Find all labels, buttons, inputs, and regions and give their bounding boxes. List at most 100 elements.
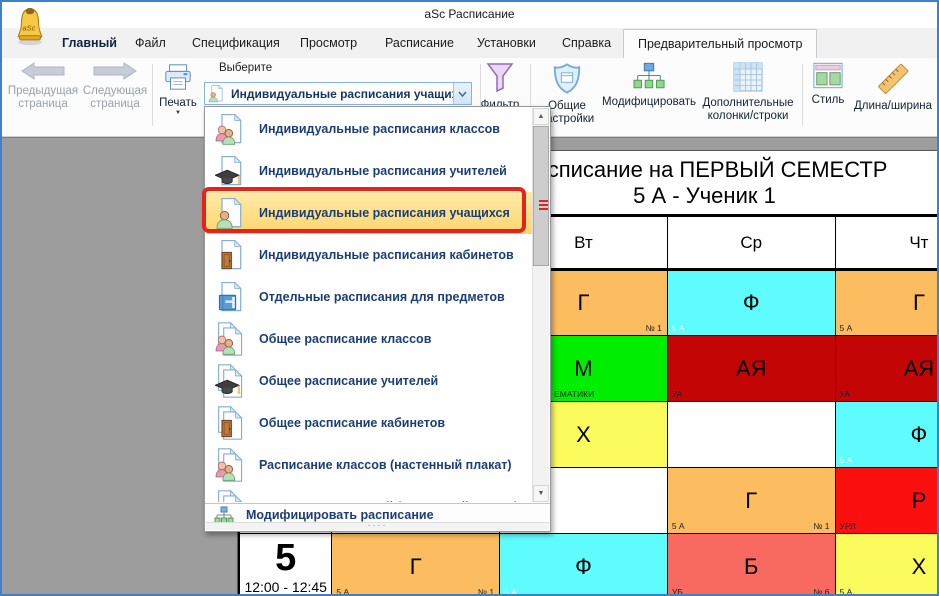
dropdown-scrollbar[interactable]: ▲ ▼ — [532, 108, 549, 502]
classes-summary-icon — [215, 322, 246, 356]
style-button[interactable]: Стиль — [806, 60, 850, 107]
dropdown-item[interactable]: Расписание классов (настенный плакат) — [206, 444, 532, 486]
modify-schedule-label: Модифицировать расписание — [246, 508, 434, 522]
lesson-subject: Г — [913, 290, 925, 315]
dropdown-item[interactable]: Общее расписание кабинетов — [206, 402, 532, 444]
modify-button[interactable]: Модифицировать — [600, 60, 698, 109]
lesson-subject: Ф — [575, 554, 592, 579]
rooms-summary-icon — [215, 406, 246, 440]
menu-view[interactable]: Просмотр — [300, 36, 357, 50]
lesson-note-right: № 1 — [646, 323, 662, 333]
tab-print-preview[interactable]: Предварительный просмотр — [623, 29, 817, 58]
period-time: 12:00 - 12:45 — [240, 579, 331, 595]
scrollbar-thumb[interactable] — [533, 126, 549, 266]
style-label: Стиль — [812, 94, 845, 106]
arrow-left-icon — [6, 62, 80, 84]
lesson-subject: Г — [745, 488, 757, 513]
org-chart-icon — [600, 62, 698, 95]
lesson-subject: Б — [744, 554, 758, 579]
day-header: Ср — [667, 216, 835, 270]
schedule-type-dropdown: Индивидуальные расписания классовИндивид… — [204, 106, 551, 532]
lesson-note-right: № 1 — [478, 587, 494, 595]
choose-label: Выберите — [219, 62, 272, 74]
menu-main[interactable]: Главный — [62, 36, 117, 50]
lesson-note-left: УРЛ — [840, 521, 856, 531]
menu-file[interactable]: Файл — [135, 36, 166, 50]
lesson-subject: АЯ — [736, 356, 767, 381]
app-logo-bell-icon[interactable]: aSc — [14, 5, 46, 47]
lesson-cell: АЯУА — [835, 336, 937, 402]
dropdown-item[interactable]: Индивидуальные расписания учителей — [206, 150, 532, 192]
dropdown-item[interactable]: Расписание учителей (настенный плакат) — [206, 486, 532, 502]
ruler-icon — [850, 62, 936, 99]
teacher-schedule-icon — [215, 154, 246, 188]
teachers-poster-icon — [215, 490, 246, 502]
lesson-note-left: УА — [672, 389, 683, 399]
dropdown-item[interactable]: Индивидуальные расписания классов — [206, 108, 532, 150]
dropdown-item[interactable]: Отдельные расписания для предметов — [206, 276, 532, 318]
student-schedule-icon — [215, 196, 246, 230]
length-width-label: Длина/ширина — [854, 100, 932, 112]
lesson-subject: Х — [576, 422, 591, 447]
title-bar: aSc Расписание — [2, 2, 937, 28]
style-window-icon — [806, 62, 850, 93]
previous-page-label: Предыдущая страница — [8, 85, 78, 110]
scroll-down-icon[interactable]: ▼ — [533, 485, 549, 502]
lesson-subject: М — [574, 356, 592, 381]
shield-settings-icon — [536, 62, 598, 99]
svg-text:aSc: aSc — [23, 23, 36, 32]
lesson-cell: Г5 А№ 1 — [667, 468, 835, 534]
print-button[interactable]: Печать ▼ — [155, 60, 201, 116]
student-schedule-icon — [208, 84, 226, 104]
dropdown-item[interactable]: Индивидуальные расписания кабинетов — [206, 234, 532, 276]
dropdown-item[interactable]: Общее расписание учителей — [206, 360, 532, 402]
dropdown-item-label: Общее расписание классов — [259, 332, 431, 346]
lesson-subject: Ф — [743, 290, 760, 315]
menu-bar: Главный Файл Спецификация Просмотр Распи… — [2, 28, 937, 59]
filter-button[interactable]: Фильтр — [472, 60, 528, 112]
toolbar-separator — [802, 64, 803, 126]
menu-settings[interactable]: Установки — [477, 36, 536, 50]
dropdown-resize-grip[interactable]: ···· — [206, 522, 549, 530]
menu-specification[interactable]: Спецификация — [192, 36, 280, 50]
menu-timetable[interactable]: Расписание — [385, 36, 454, 50]
dropdown-item-label: Индивидуальные расписания кабинетов — [259, 248, 514, 262]
lesson-subject: Х — [912, 554, 927, 579]
window-title: aSc Расписание — [2, 7, 937, 21]
lesson-cell: БУБ№ 6 — [667, 534, 835, 596]
menu-help[interactable]: Справка — [562, 36, 611, 50]
length-width-button[interactable]: Длина/ширина — [850, 60, 936, 113]
lesson-cell: Ф5 А — [835, 402, 937, 468]
dropdown-item-label: Отдельные расписания для предметов — [259, 290, 505, 304]
lesson-note-right: № 6 — [813, 587, 829, 595]
room-schedule-icon — [215, 238, 246, 272]
filter-funnel-icon — [472, 62, 528, 98]
day-header: Чт — [835, 216, 937, 270]
next-page-button[interactable]: Следующая страница — [82, 60, 148, 111]
print-dropdown-caret: ▼ — [155, 110, 201, 116]
classes-poster-icon — [215, 448, 246, 482]
lesson-subject: АЯ — [904, 356, 935, 381]
lesson-note-left: 5 А — [840, 455, 853, 465]
extra-columns-button[interactable]: Дополнительные колонки/строки — [698, 60, 798, 123]
schedule-type-combobox[interactable]: Индивидуальные расписания учащихся — [204, 82, 472, 105]
next-page-label: Следующая страница — [83, 85, 147, 110]
previous-page-button[interactable]: Предыдущая страница — [6, 60, 80, 111]
scroll-up-icon[interactable]: ▲ — [533, 108, 549, 125]
combobox-dropdown-button[interactable] — [453, 83, 471, 104]
toolbar-separator — [152, 64, 153, 126]
dropdown-item[interactable]: Индивидуальные расписания учащихся — [206, 192, 532, 234]
lesson-cell: Х5 А — [835, 534, 937, 596]
lesson-note-left: 5 А — [840, 323, 853, 333]
lesson-cell: Г 5 А — [835, 270, 937, 336]
lesson-cell: Ф 5 А — [667, 270, 835, 336]
dropdown-list: Индивидуальные расписания классовИндивид… — [206, 108, 532, 502]
lesson-cell: Ф5 А — [500, 534, 668, 596]
dropdown-item[interactable]: Общее расписание классов — [206, 318, 532, 360]
lesson-note-left: 5 А — [672, 323, 685, 333]
period-number: 5 — [240, 539, 331, 577]
dropdown-item-label: Общее расписание кабинетов — [259, 416, 445, 430]
lesson-note-left: 5 А — [336, 587, 349, 595]
subject-schedule-icon — [215, 280, 246, 314]
lesson-subject: Г — [410, 554, 422, 579]
